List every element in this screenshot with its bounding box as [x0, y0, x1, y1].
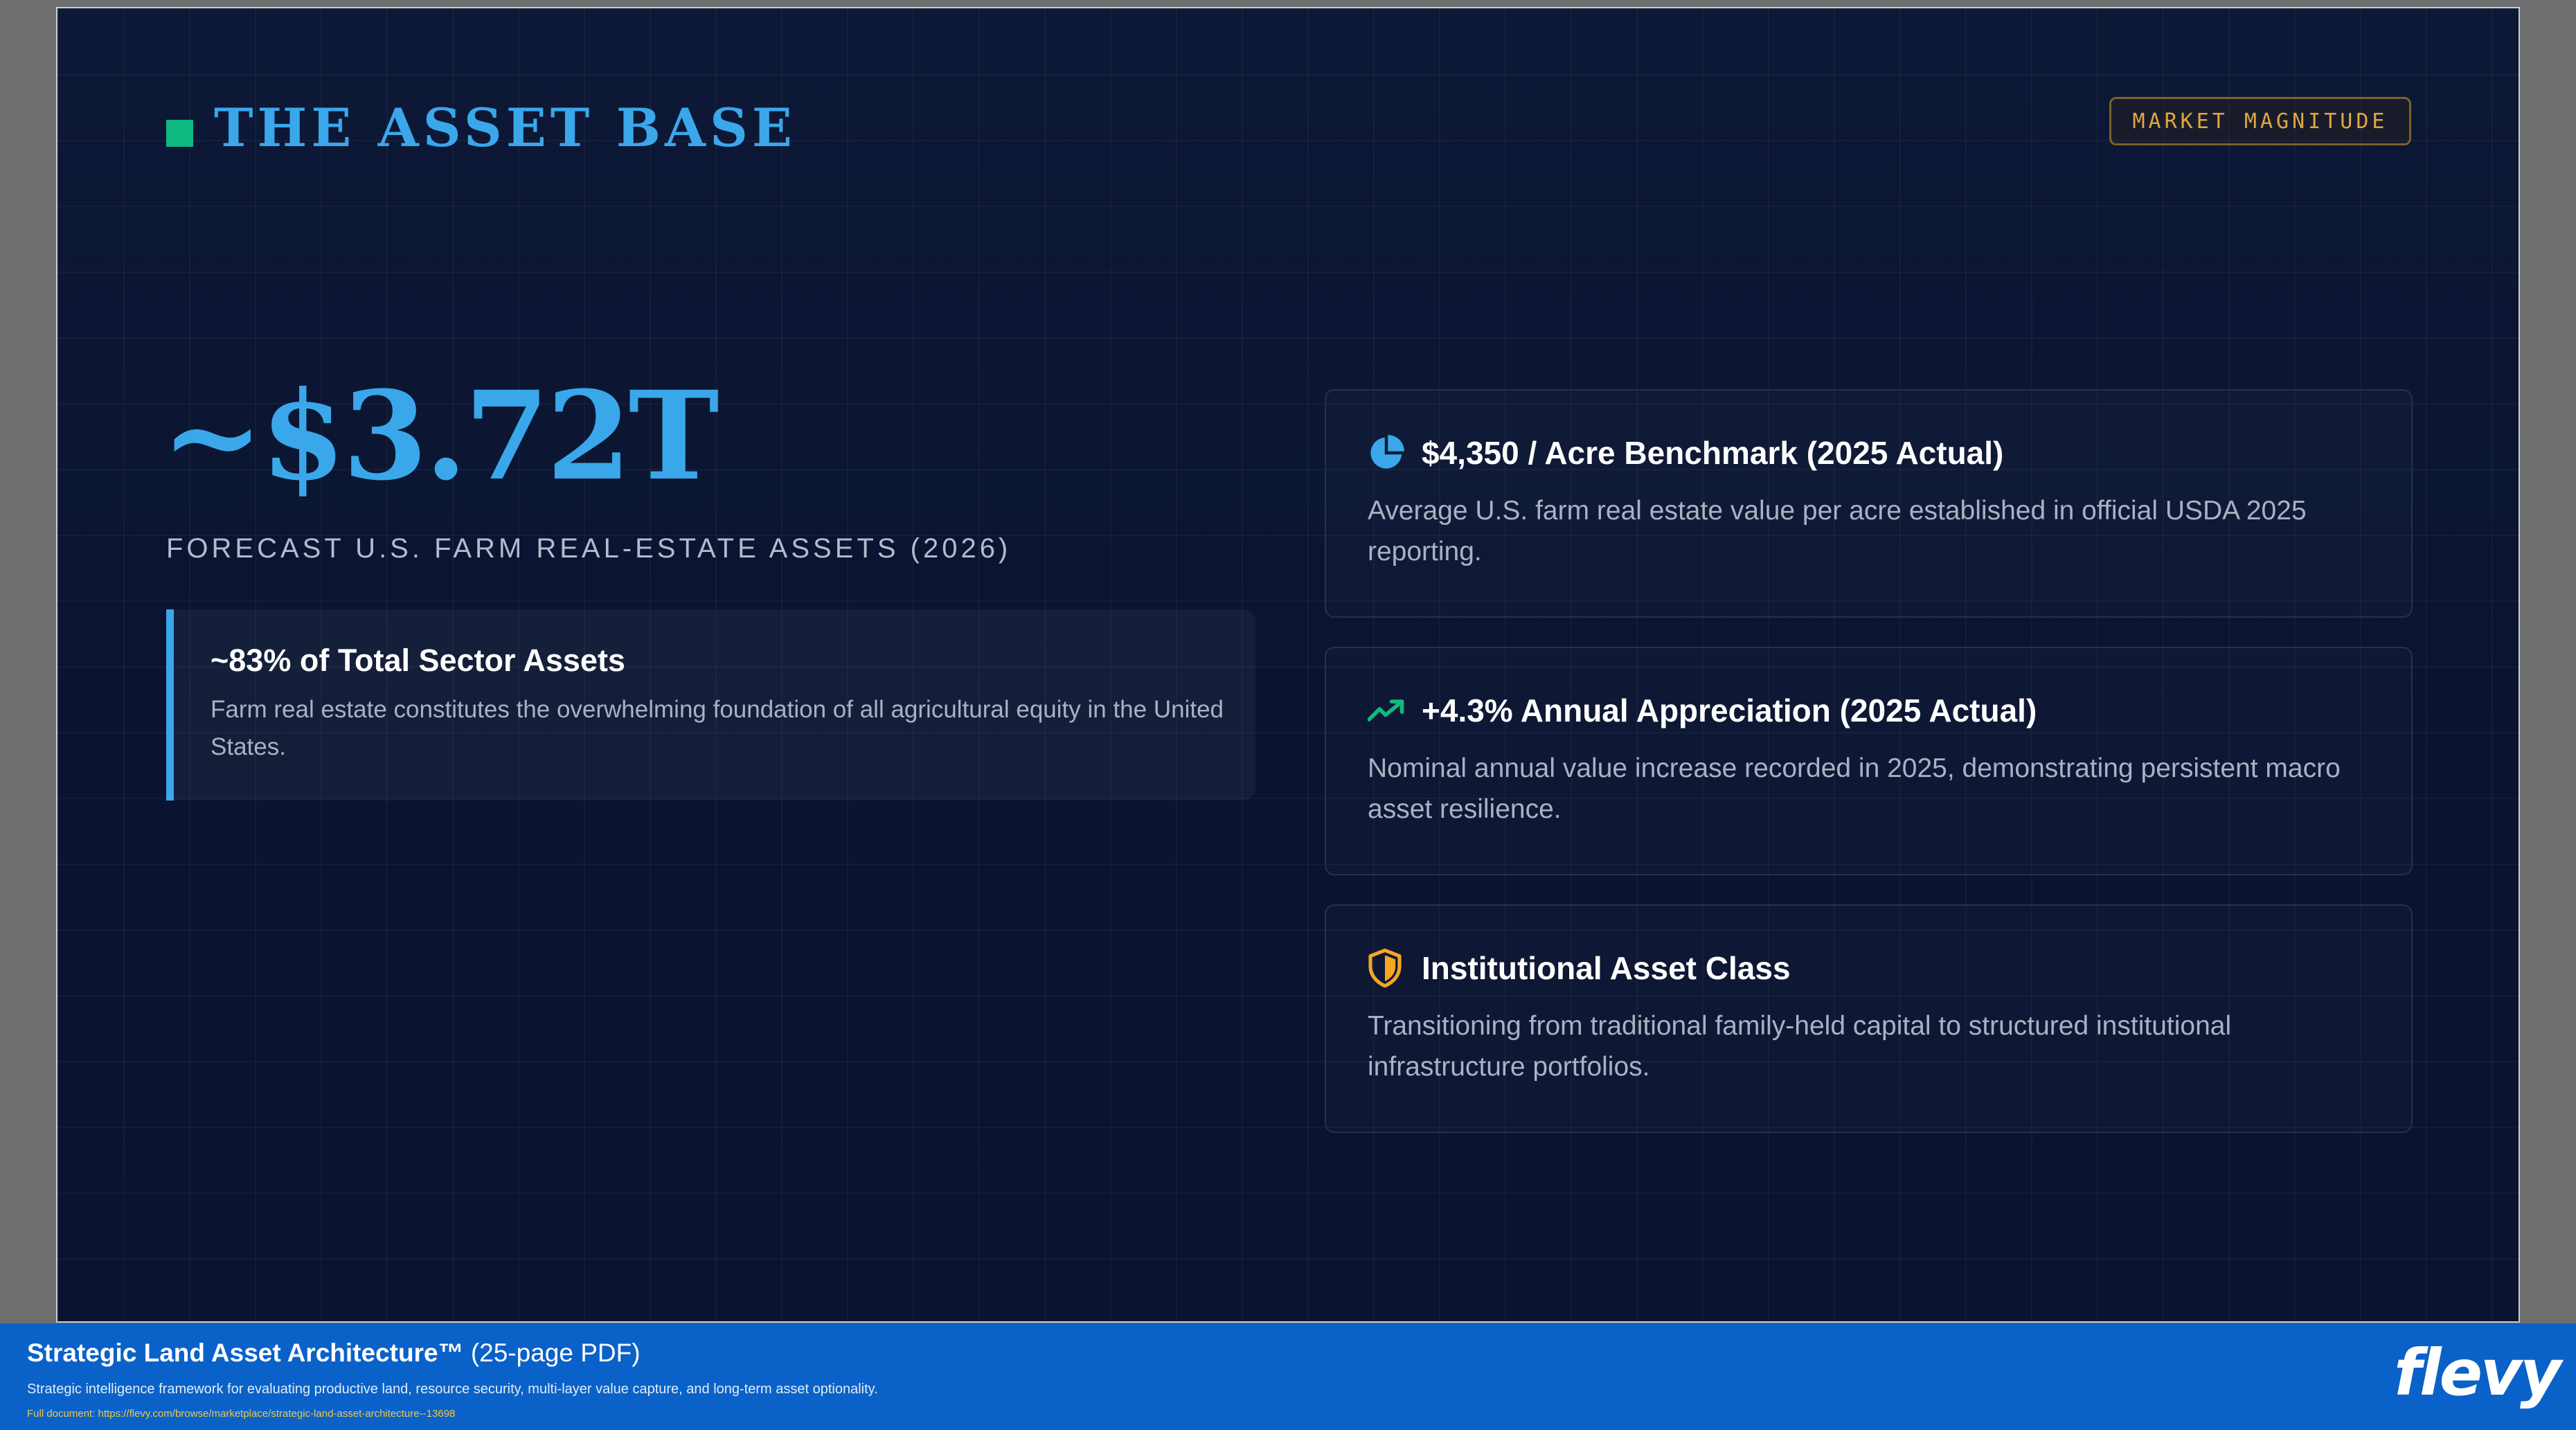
header-square-icon: [166, 120, 193, 147]
card-title: $4,350 / Acre Benchmark (2025 Actual): [1422, 435, 2004, 471]
document-title: Strategic Land Asset Architecture™ (25-p…: [27, 1339, 641, 1368]
highlight-callout: ~83% of Total Sector Assets Farm real es…: [166, 609, 1255, 801]
document-footer-banner: Strategic Land Asset Architecture™ (25-p…: [0, 1323, 2576, 1430]
appreciation-card: +4.3% Annual Appreciation (2025 Actual) …: [1325, 647, 2413, 875]
section-tag: MARKET MAGNITUDE: [2109, 97, 2411, 145]
pie-chart-icon: [1368, 434, 1406, 472]
headline-label: FORECAST U.S. FARM REAL-ESTATE ASSETS (2…: [166, 533, 1012, 564]
card-body: Average U.S. farm real estate value per …: [1368, 496, 2307, 566]
slide-title: THE ASSET BASE: [214, 97, 796, 159]
trending-up-icon: [1368, 691, 1406, 730]
highlight-body: Farm real estate constitutes the overwhe…: [211, 696, 1224, 760]
document-page-count: (25-page PDF): [470, 1339, 641, 1367]
document-link[interactable]: Full document: https://flevy.com/browse/…: [27, 1408, 455, 1420]
document-description: Strategic intelligence framework for eva…: [27, 1382, 878, 1397]
card-body: Transitioning from traditional family-he…: [1368, 1011, 2232, 1082]
highlight-title: ~83% of Total Sector Assets: [211, 643, 625, 678]
document-title-name: Strategic Land Asset Architecture™: [27, 1339, 464, 1367]
card-body: Nominal annual value increase recorded i…: [1368, 753, 2341, 824]
benchmark-card: $4,350 / Acre Benchmark (2025 Actual) Av…: [1325, 389, 2413, 618]
institutional-card: Institutional Asset Class Transitioning …: [1325, 904, 2413, 1133]
flevy-logo[interactable]: flevy: [2394, 1341, 2561, 1405]
card-title: Institutional Asset Class: [1422, 950, 1791, 986]
headline-value: ~$3.72T: [161, 364, 719, 508]
card-title: +4.3% Annual Appreciation (2025 Actual): [1422, 692, 2037, 729]
slide: THE ASSET BASE MARKET MAGNITUDE ~$3.72T …: [56, 7, 2520, 1323]
shield-icon: [1368, 949, 1406, 987]
